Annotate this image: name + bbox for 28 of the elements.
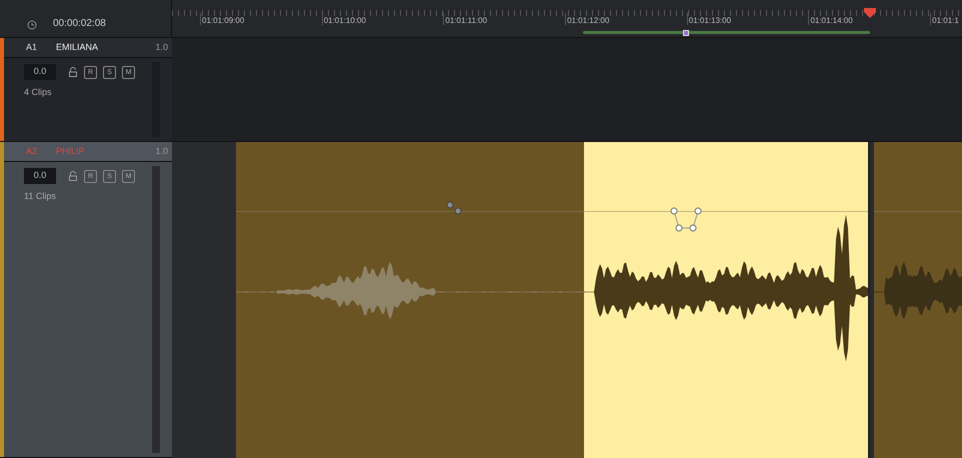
level-field[interactable]: 0.0 (24, 168, 56, 184)
clip-edge[interactable] (868, 142, 870, 458)
track-id: A2 (25, 144, 38, 158)
track-name: PHILIP (56, 144, 86, 158)
ruler-timecode: 01:01:1 (932, 17, 959, 25)
audio-clip[interactable] (236, 142, 584, 458)
audio-clip[interactable] (874, 142, 962, 458)
audio-clip[interactable] (584, 142, 870, 458)
track-name: EMILIANA (56, 40, 100, 54)
track-volume: 1.0 (155, 40, 169, 54)
marker-icon[interactable] (683, 30, 689, 36)
lock-icon[interactable] (68, 67, 78, 77)
ruler-timecode: 01:01:10:00 (324, 17, 366, 25)
ruler-timecode: 01:01:09:00 (202, 17, 244, 25)
ruler-timecode: 01:01:11:00 (445, 17, 488, 25)
keyframe-handles[interactable] (444, 200, 464, 216)
clock-icon (27, 20, 37, 30)
track-id: A1 (25, 40, 38, 54)
ruler-timecode: 01:01:14:00 (810, 17, 853, 25)
lock-icon[interactable] (68, 171, 78, 181)
ruler-timecode: 01:01:12:00 (567, 17, 610, 25)
clip-count: 11 Clips (24, 190, 57, 203)
ruler-timecode: 01:01:13:00 (688, 17, 732, 25)
playhead-icon[interactable] (864, 8, 876, 18)
level-field[interactable]: 0.0 (24, 64, 56, 80)
track-volume: 1.0 (155, 144, 169, 158)
timecode: 00:00:02:08 (53, 17, 106, 31)
clip-count: 4 Clips (24, 86, 53, 99)
